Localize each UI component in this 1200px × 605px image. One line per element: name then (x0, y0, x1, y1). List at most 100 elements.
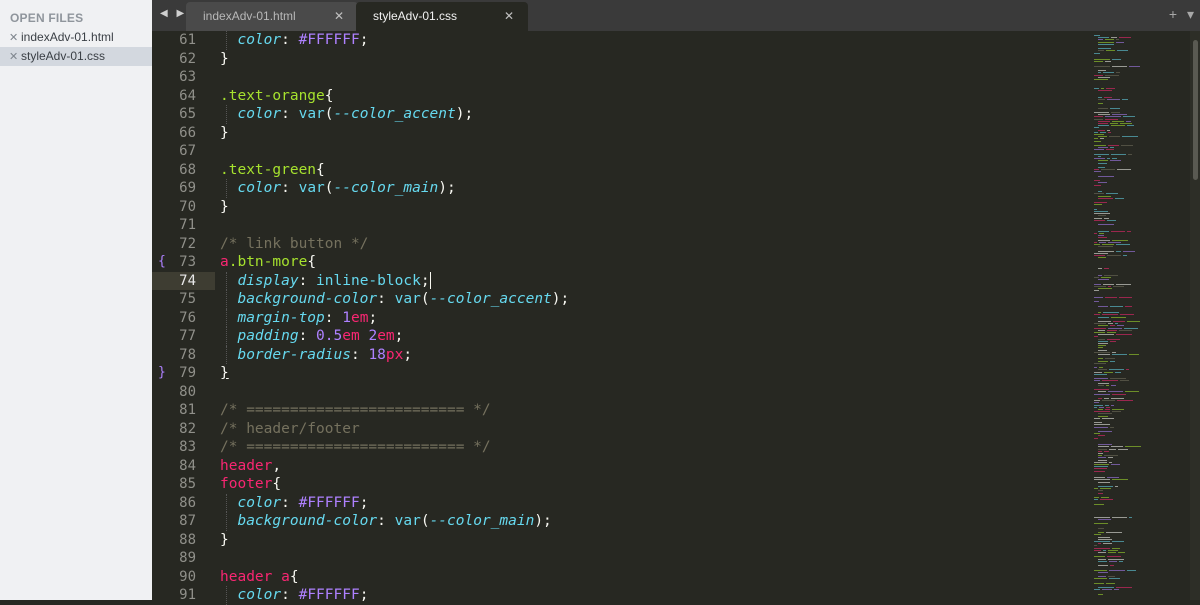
minimap-line (1094, 422, 1102, 424)
file-name: indexAdv-01.html (21, 30, 114, 44)
minimap-line (1103, 549, 1106, 551)
minimap-line (1103, 543, 1112, 545)
minimap-line (1102, 417, 1114, 419)
close-icon[interactable]: ✕ (504, 2, 514, 30)
minimap-line (1094, 466, 1108, 468)
minimap-line (1098, 114, 1110, 116)
minimap-line (1109, 560, 1117, 562)
line-number: 72 (179, 235, 196, 252)
minimap-line (1094, 131, 1098, 133)
minimap-line (1117, 50, 1128, 52)
minimap-line (1098, 250, 1114, 252)
minimap-line (1127, 321, 1140, 322)
minimap-line (1111, 37, 1117, 39)
minimap-line (1094, 336, 1098, 338)
close-icon[interactable]: ✕ (9, 29, 21, 48)
minimap-line (1094, 158, 1105, 160)
code-line: 61 color: #FFFFFF; (152, 31, 1100, 50)
minimap-line (1098, 129, 1105, 131)
minimap-line (1110, 340, 1116, 342)
minimap-line (1118, 552, 1125, 553)
minimap-line (1098, 50, 1104, 52)
minimap-line (1094, 556, 1105, 558)
minimap-line (1098, 215, 1106, 217)
minimap-line (1094, 549, 1101, 551)
line-number: 90 (179, 568, 196, 585)
minimap-line (1110, 305, 1123, 307)
minimap-line (1098, 147, 1108, 149)
minimap-line (1098, 48, 1111, 50)
close-icon[interactable]: ✕ (9, 48, 21, 67)
minimap-line (1094, 499, 1098, 501)
minimap-line (1111, 464, 1120, 465)
plus-icon[interactable]: + (1169, 6, 1177, 22)
minimap-line (1098, 237, 1107, 239)
minimap-line (1094, 378, 1108, 380)
minimap-line (1098, 360, 1108, 362)
code-line: 80 (152, 383, 1100, 402)
code-line: 72/* link button */ (152, 235, 1100, 254)
minimap-line (1110, 160, 1121, 162)
tab-styleadv[interactable]: styleAdv-01.css ✕ (356, 2, 528, 31)
minimap-line (1098, 552, 1106, 553)
minimap[interactable] (1092, 31, 1190, 600)
minimap-line (1098, 76, 1110, 78)
minimap-line (1112, 411, 1121, 413)
chevron-down-icon[interactable]: ▾ (1187, 6, 1194, 22)
nav-arrows-icon[interactable]: ◀ ▶ (160, 8, 187, 19)
minimap-line (1094, 202, 1107, 204)
minimap-line (1126, 369, 1129, 371)
line-number: 86 (179, 494, 196, 511)
minimap-line (1110, 147, 1114, 149)
minimap-line (1094, 470, 1105, 472)
minimap-line (1112, 393, 1126, 395)
minimap-line (1094, 118, 1103, 120)
minimap-line (1098, 195, 1111, 197)
minimap-line (1099, 241, 1106, 243)
minimap-line (1100, 138, 1104, 140)
tab-bar: ◀ ▶ indexAdv-01.html ✕ styleAdv-01.css ✕… (152, 0, 1200, 31)
line-number: 65 (179, 106, 196, 122)
minimap-line (1094, 314, 1100, 316)
minimap-line (1102, 314, 1118, 316)
sidebar-file-styleadv[interactable]: ✕ styleAdv-01.css (0, 47, 152, 66)
minimap-line (1098, 593, 1103, 595)
minimap-line (1107, 477, 1119, 479)
code-line: 62} (152, 50, 1100, 69)
minimap-line (1094, 380, 1100, 382)
minimap-line (1094, 153, 1109, 155)
code-line: 91 color: #FFFFFF; (152, 586, 1100, 605)
code-editor[interactable]: 61 color: #FFFFFF; 62} 63 64 .text-orange… (152, 31, 1100, 605)
minimap-line (1116, 334, 1132, 336)
minimap-line (1101, 277, 1111, 278)
minimap-line (1098, 224, 1114, 226)
minimap-line (1118, 448, 1128, 450)
scrollbar-thumb[interactable] (1193, 40, 1198, 180)
minimap-line (1129, 516, 1132, 518)
minimap-line (1098, 90, 1112, 91)
minimap-line (1094, 488, 1098, 490)
close-icon[interactable]: ✕ (334, 2, 344, 30)
minimap-line (1094, 61, 1103, 63)
minimap-line (1113, 321, 1125, 322)
line-number: 83 (179, 439, 196, 455)
minimap-line (1098, 37, 1109, 39)
minimap-line (1094, 211, 1108, 212)
minimap-line (1109, 136, 1120, 138)
minimap-line (1105, 118, 1118, 120)
minimap-line (1110, 378, 1126, 380)
minimap-line (1129, 354, 1139, 355)
minimap-line (1117, 325, 1124, 327)
tab-indexadv[interactable]: indexAdv-01.html ✕ (186, 2, 358, 31)
sidebar-file-indexadv[interactable]: ✕ indexAdv-01.html (0, 28, 152, 47)
minimap-line (1106, 582, 1115, 584)
code-line: } 79} (152, 364, 1100, 383)
minimap-line (1098, 268, 1102, 270)
minimap-line (1108, 391, 1123, 393)
minimap-line (1098, 41, 1114, 43)
line-number: 89 (179, 550, 196, 566)
minimap-line (1098, 382, 1109, 384)
line-number: 73 (179, 254, 196, 270)
minimap-line (1112, 409, 1124, 410)
minimap-line (1128, 153, 1132, 155)
